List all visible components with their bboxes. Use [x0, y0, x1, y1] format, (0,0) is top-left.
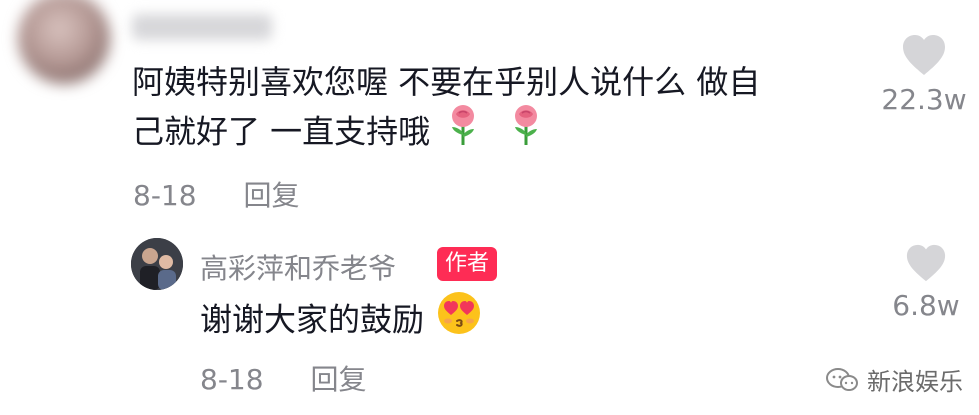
comment-like-count: 22.3w — [881, 83, 967, 116]
rose-icon — [446, 103, 480, 164]
comment-reply-button[interactable]: 回复 — [243, 179, 299, 212]
comment-text-line1: 阿姨特别喜欢您喔 不要在乎别人说什么 做自 — [132, 63, 761, 101]
commenter-name[interactable] — [132, 14, 272, 40]
comment-like[interactable]: 22.3w — [881, 33, 967, 116]
reply-like[interactable]: 6.8w — [892, 243, 960, 322]
reply-date: 8-18 — [200, 363, 264, 396]
reply-reply-button[interactable]: 回复 — [310, 363, 366, 396]
comment-meta: 8-18 回复 — [133, 174, 299, 214]
author-name[interactable]: 高彩萍和乔老爷 — [200, 247, 396, 287]
comment-text-line2-label: 己就好了 一直支持哦 — [132, 112, 431, 151]
weibo-chat-icon — [826, 367, 858, 391]
comment-text-line2: 己就好了 一直支持哦 — [132, 103, 543, 164]
watermark: 新浪娱乐 — [825, 362, 963, 397]
commenter-avatar[interactable] — [18, 0, 110, 84]
reply-meta: 8-18 回复 — [200, 358, 366, 398]
comment-date: 8-18 — [133, 179, 197, 212]
watermark-text: 新浪娱乐 — [867, 368, 963, 396]
author-badge: 作者 — [437, 247, 498, 281]
reply-text: 谢谢大家的鼓励 — [200, 290, 482, 353]
heart-icon[interactable] — [900, 33, 948, 77]
heart-eyes-icon — [436, 290, 482, 353]
author-avatar[interactable] — [131, 238, 183, 290]
rose-icon — [509, 103, 543, 164]
reply-like-count: 6.8w — [892, 289, 960, 322]
reply-text-label: 谢谢大家的鼓励 — [200, 300, 425, 339]
heart-icon[interactable] — [904, 243, 948, 283]
